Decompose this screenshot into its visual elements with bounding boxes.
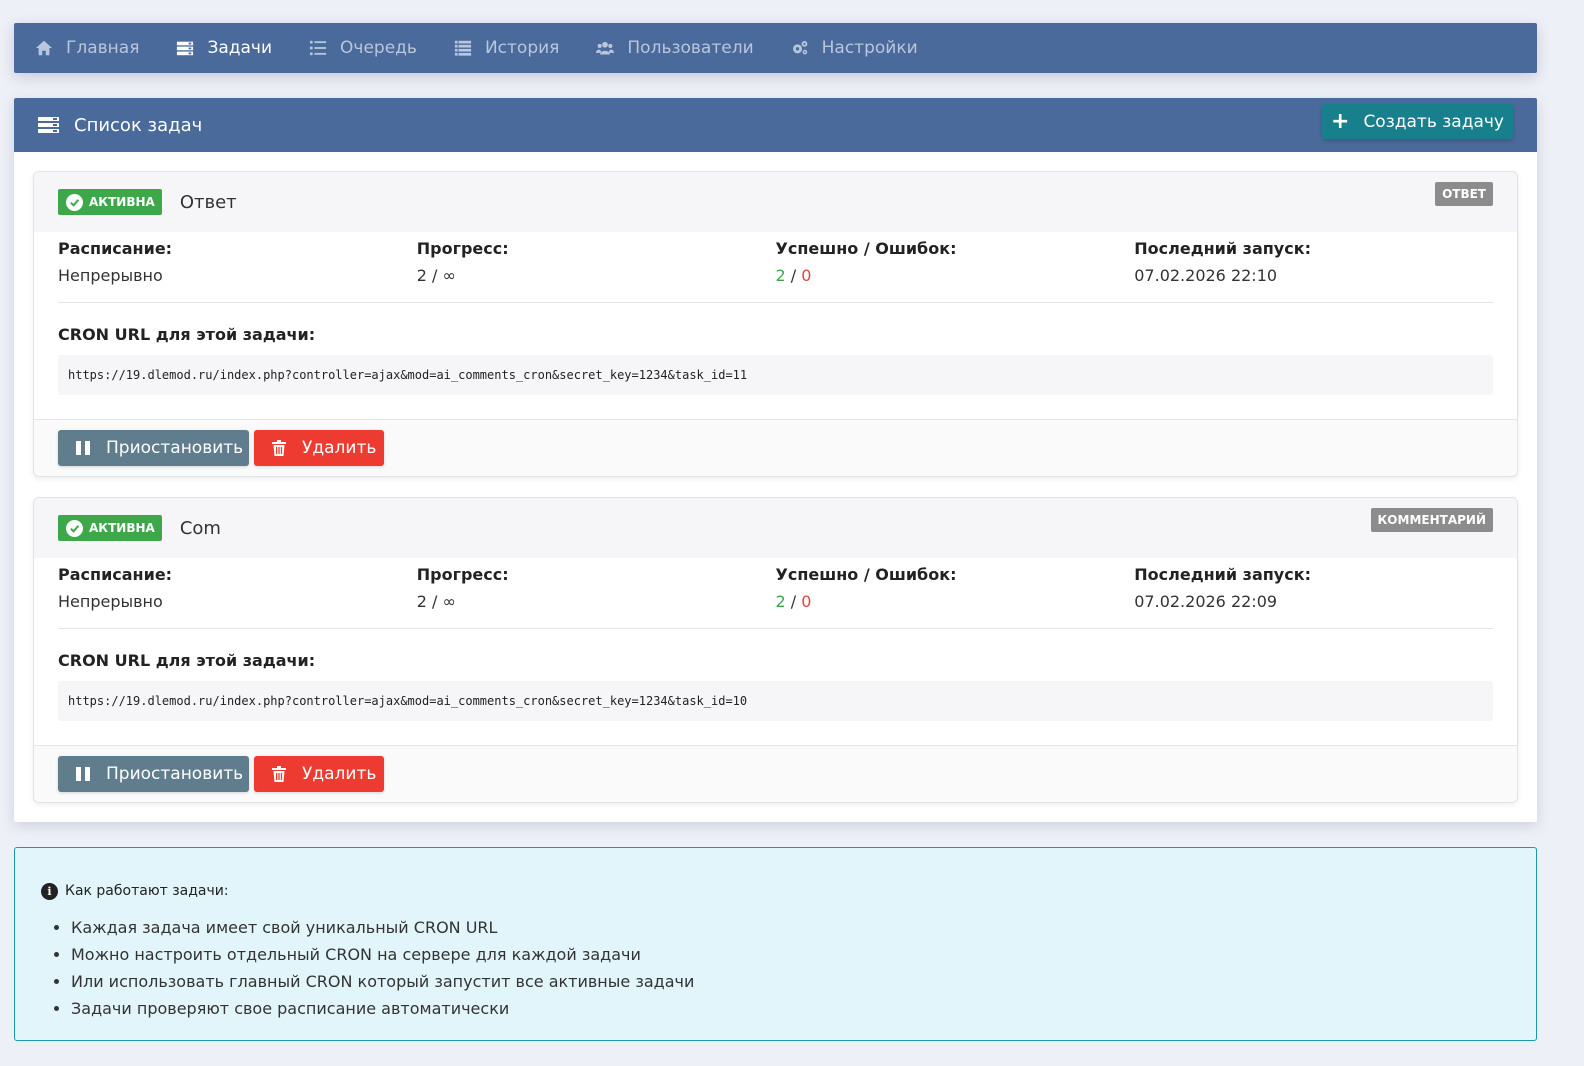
pause-button[interactable]: Приостановить	[58, 430, 249, 466]
nav-item-label: Главная	[66, 38, 140, 58]
history-list-icon	[453, 38, 473, 58]
check-circle-icon	[66, 193, 83, 211]
task-card-header: АКТИВНА Ответ ОТВЕТ	[34, 172, 1517, 232]
success-count: 2	[775, 592, 786, 611]
stat-value: 2 / 0	[776, 262, 1135, 290]
task-type-badge: КОММЕНТАРИЙ	[1370, 508, 1493, 532]
nav-item-users[interactable]: Пользователи	[595, 23, 754, 73]
stat-value: 07.02.2026 22:09	[1134, 592, 1278, 611]
task-name: Com	[179, 517, 221, 539]
pause-icon	[74, 439, 92, 457]
delete-label: Удалить	[302, 764, 377, 784]
stat-label: Последний запуск:	[1134, 565, 1311, 584]
create-task-button[interactable]: + Создать задачу	[1322, 104, 1513, 139]
stat-label: Прогресс:	[416, 565, 509, 584]
stat-label: Успешно / Ошибок:	[775, 239, 957, 258]
delete-label: Удалить	[302, 438, 377, 458]
status-label: АКТИВНА	[89, 195, 155, 209]
stat-value: 2 / 0	[776, 588, 1135, 616]
info-icon: i	[41, 882, 58, 900]
info-box: i Как работают задачи: Каждая задача име…	[14, 847, 1537, 1041]
stat-schedule: Расписание: Непрерывно	[58, 236, 417, 302]
error-count: 0	[801, 266, 812, 285]
task-list-panel: Список задач + Создать задачу АКТИВНА От…	[14, 98, 1537, 822]
queue-list-icon	[308, 38, 328, 58]
settings-gears-icon	[790, 38, 810, 58]
success-count: 2	[775, 266, 786, 285]
stat-value: Непрерывно	[58, 592, 163, 611]
delete-button[interactable]: Удалить	[254, 756, 384, 792]
stat-schedule: Расписание: Непрерывно	[58, 562, 417, 628]
status-badge: АКТИВНА	[58, 189, 162, 215]
stat-last-run: Последний запуск: 07.02.2026 22:10	[1134, 236, 1493, 302]
pause-icon	[74, 765, 92, 783]
nav-item-label: История	[484, 38, 560, 58]
delete-button[interactable]: Удалить	[254, 430, 384, 466]
task-card: АКТИВНА Com КОММЕНТАРИЙ Расписание: Непр…	[33, 497, 1518, 803]
task-card-actions: Приостановить Удалить	[34, 745, 1517, 802]
task-stats: Расписание: Непрерывно Прогресс: 2 / ∞ У…	[58, 558, 1493, 629]
task-card-actions: Приостановить Удалить	[34, 419, 1517, 476]
stat-label: Расписание:	[58, 239, 173, 258]
nav-item-queue[interactable]: Очередь	[308, 23, 417, 73]
plus-icon: +	[1331, 108, 1350, 134]
list-item: Или использовать главный CRON который за…	[71, 970, 1536, 997]
stat-value: 2 / ∞	[416, 266, 456, 285]
stat-progress: Прогресс: 2 / ∞	[417, 236, 776, 302]
separator: /	[790, 266, 797, 285]
info-title: i Как работают задачи:	[41, 881, 1536, 901]
create-task-label: Создать задачу	[1363, 111, 1504, 132]
stat-label: Прогресс:	[416, 239, 509, 258]
nav-item-label: Задачи	[207, 38, 273, 58]
panel-header: Список задач + Создать задачу	[14, 98, 1537, 152]
task-card: АКТИВНА Ответ ОТВЕТ Расписание: Непрерыв…	[33, 171, 1518, 477]
separator: /	[790, 592, 797, 611]
stat-label: Расписание:	[58, 565, 173, 584]
trash-icon	[270, 439, 288, 457]
error-count: 0	[801, 592, 812, 611]
nav-item-label: Очередь	[340, 38, 417, 58]
nav-item-label: Пользователи	[627, 38, 754, 58]
cron-url-field[interactable]: https://19.dlemod.ru/index.php?controlle…	[58, 681, 1493, 721]
cron-url-field[interactable]: https://19.dlemod.ru/index.php?controlle…	[58, 355, 1493, 395]
stat-label: Успешно / Ошибок:	[775, 565, 957, 584]
task-name: Ответ	[179, 191, 237, 213]
status-badge: АКТИВНА	[58, 515, 162, 541]
list-item: Можно настроить отдельный CRON на сервер…	[71, 943, 1536, 970]
stat-success-errors: Успешно / Ошибок: 2 / 0	[776, 562, 1135, 628]
status-label: АКТИВНА	[89, 521, 155, 535]
cron-url-label: CRON URL для этой задачи:	[58, 325, 316, 344]
info-list: Каждая задача имеет свой уникальный CRON…	[41, 916, 1536, 1024]
task-stats: Расписание: Непрерывно Прогресс: 2 / ∞ У…	[58, 232, 1493, 303]
tasks-list-icon	[38, 114, 60, 136]
info-title-text: Как работают задачи:	[65, 883, 229, 899]
stat-value: 2 / ∞	[416, 592, 456, 611]
list-item: Задачи проверяют свое расписание автомат…	[71, 997, 1536, 1024]
nav-item-home[interactable]: Главная	[34, 23, 139, 73]
cron-url-label: CRON URL для этой задачи:	[58, 651, 316, 670]
list-item: Каждая задача имеет свой уникальный CRON…	[71, 916, 1536, 943]
stat-last-run: Последний запуск: 07.02.2026 22:09	[1134, 562, 1493, 628]
task-type-badge: ОТВЕТ	[1435, 182, 1493, 206]
home-icon	[34, 38, 54, 58]
tasks-list-icon	[175, 38, 195, 58]
check-circle-icon	[66, 519, 83, 537]
stat-value: 07.02.2026 22:10	[1134, 266, 1278, 285]
nav-item-label: Настройки	[821, 38, 918, 58]
pause-label: Приостановить	[106, 438, 244, 458]
trash-icon	[270, 765, 288, 783]
users-icon	[595, 38, 615, 58]
nav-item-history[interactable]: История	[453, 23, 559, 73]
stat-success-errors: Успешно / Ошибок: 2 / 0	[776, 236, 1135, 302]
stat-progress: Прогресс: 2 / ∞	[417, 562, 776, 628]
stat-label: Последний запуск:	[1134, 239, 1311, 258]
task-card-header: АКТИВНА Com КОММЕНТАРИЙ	[34, 498, 1517, 558]
pause-button[interactable]: Приостановить	[58, 756, 249, 792]
panel-title: Список задач	[74, 114, 203, 136]
top-navigation: Главная Задачи Очередь История Пользоват…	[14, 23, 1537, 73]
nav-item-tasks[interactable]: Задачи	[175, 23, 272, 73]
stat-value: Непрерывно	[58, 266, 163, 285]
nav-item-settings[interactable]: Настройки	[790, 23, 918, 73]
pause-label: Приостановить	[106, 764, 244, 784]
